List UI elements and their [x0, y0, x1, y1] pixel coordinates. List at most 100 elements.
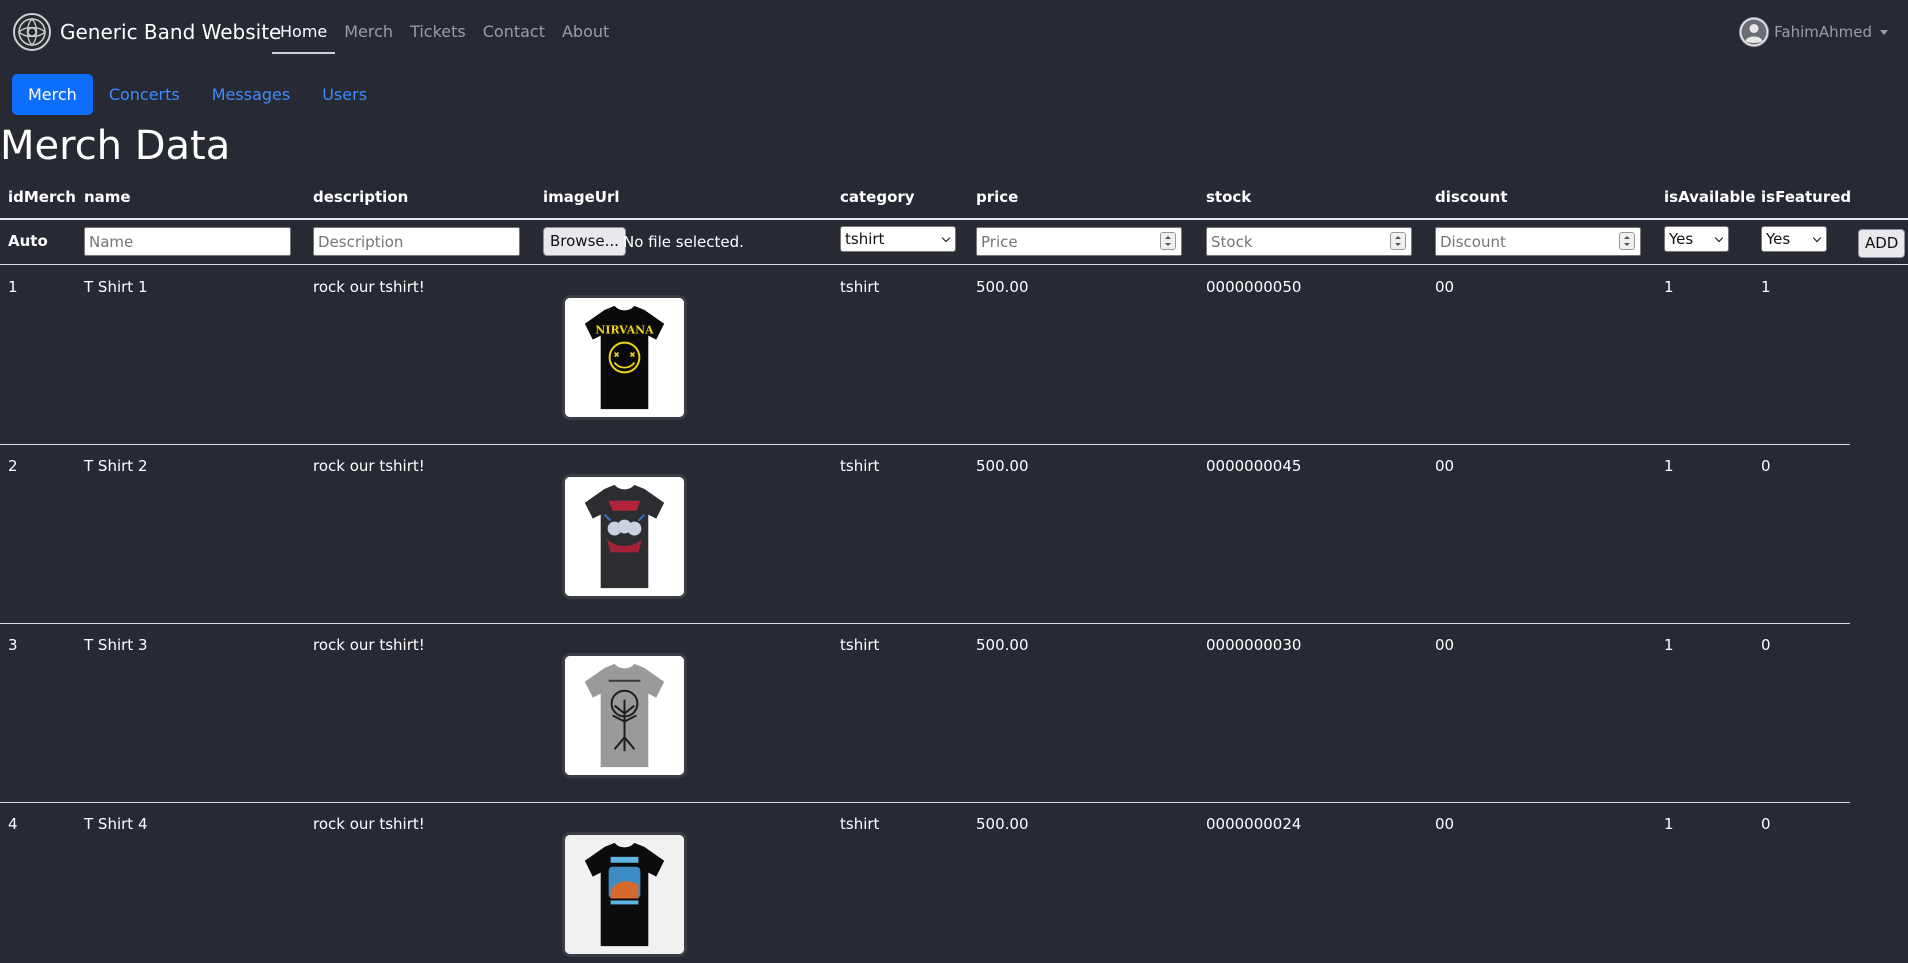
discount-input[interactable]: [1435, 227, 1641, 256]
header-description: description: [313, 188, 409, 206]
add-merch-form-row: Auto Browse... No file selected. tshirt …: [0, 220, 1908, 265]
cell-discount: 00: [1435, 815, 1455, 833]
nav-link-contact[interactable]: Contact: [475, 0, 553, 64]
cell-price: 500.00: [976, 636, 1029, 654]
tab-concerts[interactable]: Concerts: [93, 74, 196, 115]
band-tshirt-image-icon: [565, 835, 684, 954]
table-row: 4 T Shirt 4 rock our tshirt! tshirt 500.…: [0, 803, 1850, 963]
header-category: category: [840, 188, 915, 206]
admin-tabs: Merch Concerts Messages Users: [12, 74, 383, 115]
cell-isavailable: 1: [1664, 815, 1674, 833]
navbar: Generic Band Website Home Merch Tickets …: [0, 0, 1908, 64]
header-stock: stock: [1206, 188, 1252, 206]
price-input[interactable]: [976, 227, 1182, 256]
cell-description: rock our tshirt!: [313, 636, 425, 654]
name-input[interactable]: [84, 227, 291, 256]
stock-spinner-icon[interactable]: [1390, 232, 1406, 250]
cell-isfeatured: 1: [1761, 278, 1771, 296]
table-row: 3 T Shirt 3 rock our tshirt! tshirt 500.…: [0, 624, 1850, 803]
chevron-down-icon: [941, 233, 951, 243]
browse-file-button[interactable]: Browse...: [543, 227, 626, 256]
table-row: 2 T Shirt 2 rock our tshirt! tshirt 500.…: [0, 445, 1850, 624]
cell-stock: 0000000045: [1206, 457, 1302, 475]
stock-input[interactable]: [1206, 227, 1412, 256]
cell-category: tshirt: [840, 278, 880, 296]
brand[interactable]: Generic Band Website: [12, 12, 281, 52]
tab-messages[interactable]: Messages: [196, 74, 306, 115]
tshirt-thumbnail: [562, 653, 687, 778]
header-discount: discount: [1435, 188, 1508, 206]
description-input[interactable]: [313, 227, 520, 256]
add-button[interactable]: ADD: [1858, 229, 1906, 258]
header-name: name: [84, 188, 131, 206]
file-status-text: No file selected.: [623, 233, 744, 251]
cell-stock: 0000000050: [1206, 278, 1302, 296]
nav-link-merch[interactable]: Merch: [336, 0, 401, 64]
svg-text:NIRVANA: NIRVANA: [595, 324, 654, 337]
user-menu-dropdown[interactable]: FahimAhmed: [1738, 16, 1888, 48]
cell-category: tshirt: [840, 457, 880, 475]
is-featured-select-value: Yes: [1766, 230, 1791, 248]
cell-isavailable: 1: [1664, 457, 1674, 475]
nav-link-tickets[interactable]: Tickets: [402, 0, 474, 64]
cell-idmerch: 3: [8, 636, 18, 654]
tab-merch[interactable]: Merch: [12, 74, 93, 115]
header-imageurl: imageUrl: [543, 188, 620, 206]
discount-spinner-icon[interactable]: [1619, 232, 1635, 250]
table-row: 1 T Shirt 1 rock our tshirt! NIRVANA tsh…: [0, 266, 1850, 445]
cell-category: tshirt: [840, 815, 880, 833]
cell-isfeatured: 0: [1761, 457, 1771, 475]
nirvana-tshirt-image-icon: NIRVANA: [565, 298, 684, 417]
cell-isavailable: 1: [1664, 636, 1674, 654]
chevron-down-icon: [1880, 29, 1888, 35]
is-available-select-value: Yes: [1669, 230, 1694, 248]
cell-discount: 00: [1435, 278, 1455, 296]
chevron-down-icon: [1812, 233, 1822, 243]
page-title: Merch Data: [0, 123, 231, 169]
header-idmerch: idMerch: [8, 188, 76, 206]
main-nav: Home Merch Tickets Contact About: [272, 0, 618, 64]
cell-discount: 00: [1435, 457, 1455, 475]
is-featured-select[interactable]: Yes: [1761, 226, 1827, 252]
cell-idmerch: 4: [8, 815, 18, 833]
cell-category: tshirt: [840, 636, 880, 654]
cell-price: 500.00: [976, 278, 1029, 296]
tshirt-thumbnail: [562, 832, 687, 957]
user-avatar-icon: [1739, 17, 1770, 47]
chevron-down-icon: [1714, 233, 1724, 243]
cell-isfeatured: 0: [1761, 636, 1771, 654]
nav-link-about[interactable]: About: [554, 0, 617, 64]
cell-idmerch: 2: [8, 457, 18, 475]
cell-isavailable: 1: [1664, 278, 1674, 296]
cell-name: T Shirt 4: [84, 815, 148, 833]
celtic-knot-logo-icon: [13, 13, 51, 51]
cell-description: rock our tshirt!: [313, 278, 425, 296]
cell-price: 500.00: [976, 457, 1029, 475]
table-header-row: idMerch name description imageUrl catego…: [0, 178, 1908, 220]
cell-description: rock our tshirt!: [313, 815, 425, 833]
cell-name: T Shirt 1: [84, 278, 148, 296]
category-select-value: tshirt: [845, 230, 885, 248]
cell-name: T Shirt 3: [84, 636, 148, 654]
cell-stock: 0000000030: [1206, 636, 1302, 654]
graphic-tshirt-image-icon: [565, 477, 684, 596]
cell-stock: 0000000024: [1206, 815, 1302, 833]
tshirt-thumbnail: NIRVANA: [562, 295, 687, 420]
tab-users[interactable]: Users: [306, 74, 383, 115]
header-isavailable: isAvailable: [1664, 188, 1756, 206]
cell-discount: 00: [1435, 636, 1455, 654]
category-select[interactable]: tshirt: [840, 226, 956, 252]
brand-name: Generic Band Website: [60, 20, 282, 44]
header-price: price: [976, 188, 1019, 206]
cell-price: 500.00: [976, 815, 1029, 833]
user-name: FahimAhmed: [1774, 23, 1872, 41]
is-available-select[interactable]: Yes: [1664, 226, 1729, 252]
cell-idmerch: 1: [8, 278, 18, 296]
nav-link-home[interactable]: Home: [272, 0, 336, 64]
tshirt-thumbnail: [562, 474, 687, 599]
cell-description: rock our tshirt!: [313, 457, 425, 475]
price-spinner-icon[interactable]: [1160, 232, 1176, 250]
cell-isfeatured: 0: [1761, 815, 1771, 833]
cell-name: T Shirt 2: [84, 457, 148, 475]
header-isfeatured: isFeatured: [1761, 188, 1852, 206]
